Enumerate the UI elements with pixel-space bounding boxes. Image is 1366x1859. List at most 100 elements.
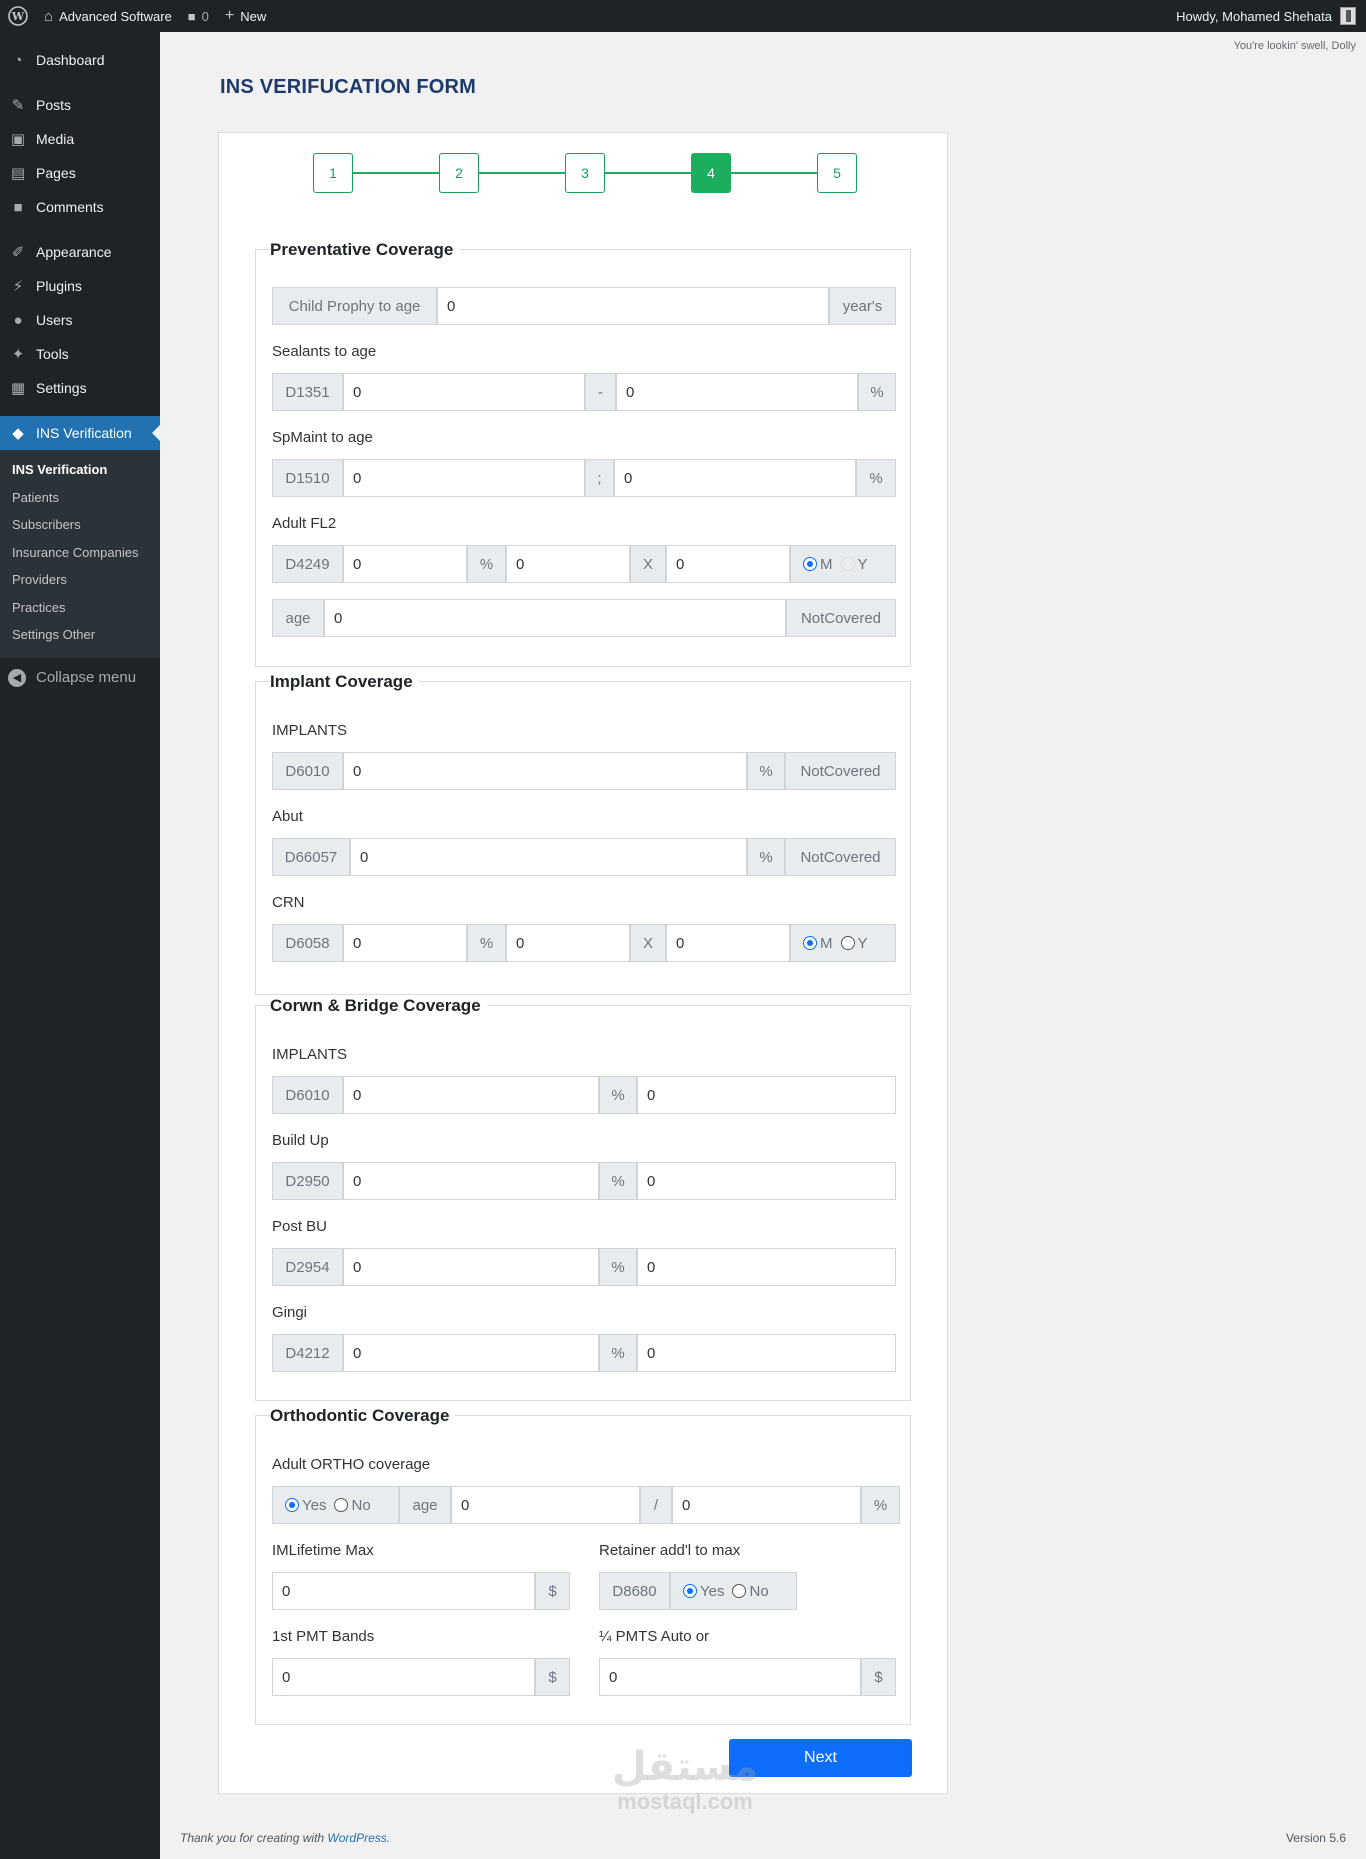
crn-x: X [630, 924, 666, 962]
submenu-item-practices[interactable]: Practices [0, 595, 160, 623]
lifetime-max-group: 0 $ [272, 1572, 570, 1610]
orthodontic-coverage-fieldset: Orthodontic Coverage Adult ORTHO coverag… [255, 1406, 911, 1725]
retainer-radio-no[interactable] [732, 1584, 747, 1598]
post-bu-input-2[interactable]: 0 [637, 1248, 896, 1286]
build-up-label: Build Up [272, 1132, 329, 1149]
submenu-item-subscribers[interactable]: Subscribers [0, 512, 160, 540]
sidebar-item-dashboard[interactable]: ◔ Dashboard [0, 43, 160, 77]
gingi-input-1[interactable]: 0 [343, 1334, 599, 1372]
spmaint-input-1[interactable]: 0 [343, 459, 585, 497]
watermark-latin: mostaql.com [617, 1789, 753, 1814]
build-up-input-2[interactable]: 0 [637, 1162, 896, 1200]
adult-ortho-radio-yes[interactable] [285, 1498, 299, 1512]
media-icon: ▣ [10, 131, 26, 148]
step-4[interactable]: 4 [691, 153, 731, 193]
adult-fl2-input-3[interactable]: 0 [666, 545, 790, 583]
sidebar-item-comments[interactable]: ■ Comments [0, 190, 160, 224]
spmaint-label: SpMaint to age [272, 429, 373, 446]
age-label: age [272, 599, 324, 637]
sidebar-item-settings[interactable]: ▦ Settings [0, 371, 160, 405]
page-title: INS VERIFUCATION FORM [220, 76, 477, 98]
age-input[interactable]: 0 [324, 599, 786, 637]
adult-fl2-radio-m[interactable] [803, 557, 817, 571]
step-1[interactable]: 1 [313, 153, 353, 193]
adult-fl2-input-1[interactable]: 0 [343, 545, 467, 583]
sidebar-item-plugins[interactable]: ⚡ Plugins [0, 269, 160, 303]
preventative-coverage-legend: Preventative Coverage [270, 240, 460, 260]
sidebar-item-appearance[interactable]: ✐ Appearance [0, 235, 160, 269]
sealants-input-2[interactable]: 0 [616, 373, 858, 411]
step-3[interactable]: 3 [565, 153, 605, 193]
admin-sidebar: ◔ Dashboard ✎ Posts ▣ Media ▤ Pages ■ Comment… [0, 32, 160, 1859]
crown-implants-group: D6010 0 % 0 [272, 1076, 896, 1114]
collapse-menu-button[interactable]: ◀ Collapse menu [0, 658, 160, 698]
sidebar-item-users[interactable]: ● Users [0, 303, 160, 337]
submenu-item-insurance-companies[interactable]: Insurance Companies [0, 540, 160, 568]
sidebar-item-ins-verification[interactable]: ◆ INS Verification [0, 416, 160, 450]
sealants-input-1[interactable]: 0 [343, 373, 585, 411]
crown-implants-input-2[interactable]: 0 [637, 1076, 896, 1114]
comment-bubble-icon: ■ [187, 8, 196, 24]
wordpress-link[interactable]: WordPress [327, 1831, 386, 1845]
crn-radio-m[interactable] [803, 936, 817, 950]
abut-percent: % [747, 838, 785, 876]
lifetime-max-input[interactable]: 0 [272, 1572, 535, 1610]
post-bu-input-1[interactable]: 0 [343, 1248, 599, 1286]
comments-count: 0 [201, 8, 209, 24]
spmaint-separator: ; [585, 459, 614, 497]
wordpress-logo-icon[interactable]: W [0, 0, 36, 32]
home-icon: ⌂ [44, 7, 54, 25]
retainer-group: D8680 Yes No [599, 1572, 797, 1610]
spmaint-input-2[interactable]: 0 [614, 459, 856, 497]
gingi-percent: % [599, 1334, 637, 1372]
adult-ortho-radio-no[interactable] [334, 1498, 349, 1512]
submenu-item-ins-verification[interactable]: INS Verification [0, 457, 160, 485]
pages-icon: ▤ [10, 165, 26, 182]
submenu-item-providers[interactable]: Providers [0, 567, 160, 595]
sealants-suffix: % [858, 373, 896, 411]
implants-input[interactable]: 0 [343, 752, 747, 790]
step-5[interactable]: 5 [817, 153, 857, 193]
new-content-link[interactable]: + New [217, 0, 274, 32]
adult-fl2-input-2[interactable]: 0 [506, 545, 630, 583]
adult-fl2-radio-y[interactable] [840, 557, 855, 571]
my-account-link[interactable]: Howdy, Mohamed Shehata [1168, 0, 1366, 32]
implant-coverage-legend: Implant Coverage [270, 672, 419, 692]
retainer-radio-yes[interactable] [683, 1584, 697, 1598]
pmt-bands-input[interactable]: 0 [272, 1658, 535, 1696]
adult-ortho-input-2[interactable]: 0 [672, 1486, 861, 1524]
submenu-item-settings-other[interactable]: Settings Other [0, 622, 160, 650]
abut-input[interactable]: 0 [350, 838, 747, 876]
crn-input-3[interactable]: 0 [666, 924, 790, 962]
crn-input-2[interactable]: 0 [506, 924, 630, 962]
step-2[interactable]: 2 [439, 153, 479, 193]
build-up-percent: % [599, 1162, 637, 1200]
sidebar-item-tools[interactable]: ✦ Tools [0, 337, 160, 371]
site-name-link[interactable]: ⌂ Advanced Software [36, 0, 180, 32]
crown-implants-code: D6010 [272, 1076, 343, 1114]
comments-link[interactable]: ■ 0 [180, 0, 217, 32]
implants-label: IMPLANTS [272, 722, 348, 739]
crown-implants-input-1[interactable]: 0 [343, 1076, 599, 1114]
build-up-group: D2950 0 % 0 [272, 1162, 896, 1200]
crn-input-1[interactable]: 0 [343, 924, 467, 962]
child-prophy-input[interactable]: 0 [437, 287, 829, 325]
sidebar-item-media[interactable]: ▣ Media [0, 122, 160, 156]
gingi-input-2[interactable]: 0 [637, 1334, 896, 1372]
orthodontic-coverage-legend: Orthodontic Coverage [270, 1406, 456, 1426]
new-label: New [240, 8, 267, 24]
abut-group: D66057 0 % NotCovered [272, 838, 896, 876]
post-bu-percent: % [599, 1248, 637, 1286]
sidebar-item-pages[interactable]: ▤ Pages [0, 156, 160, 190]
submenu-item-patients[interactable]: Patients [0, 485, 160, 513]
child-prophy-group: Child Prophy to age 0 year's [272, 287, 896, 325]
plus-icon: + [224, 7, 235, 24]
sidebar-item-posts[interactable]: ✎ Posts [0, 88, 160, 122]
build-up-input-1[interactable]: 0 [343, 1162, 599, 1200]
adult-fl2-percent: % [467, 545, 506, 583]
retainer-radio-group: Yes No [670, 1572, 797, 1610]
crn-radio-y[interactable] [840, 936, 855, 950]
pmts-auto-input[interactable]: 0 [599, 1658, 861, 1696]
adult-ortho-age-input[interactable]: 0 [451, 1486, 640, 1524]
adult-fl2-code: D4249 [272, 545, 343, 583]
